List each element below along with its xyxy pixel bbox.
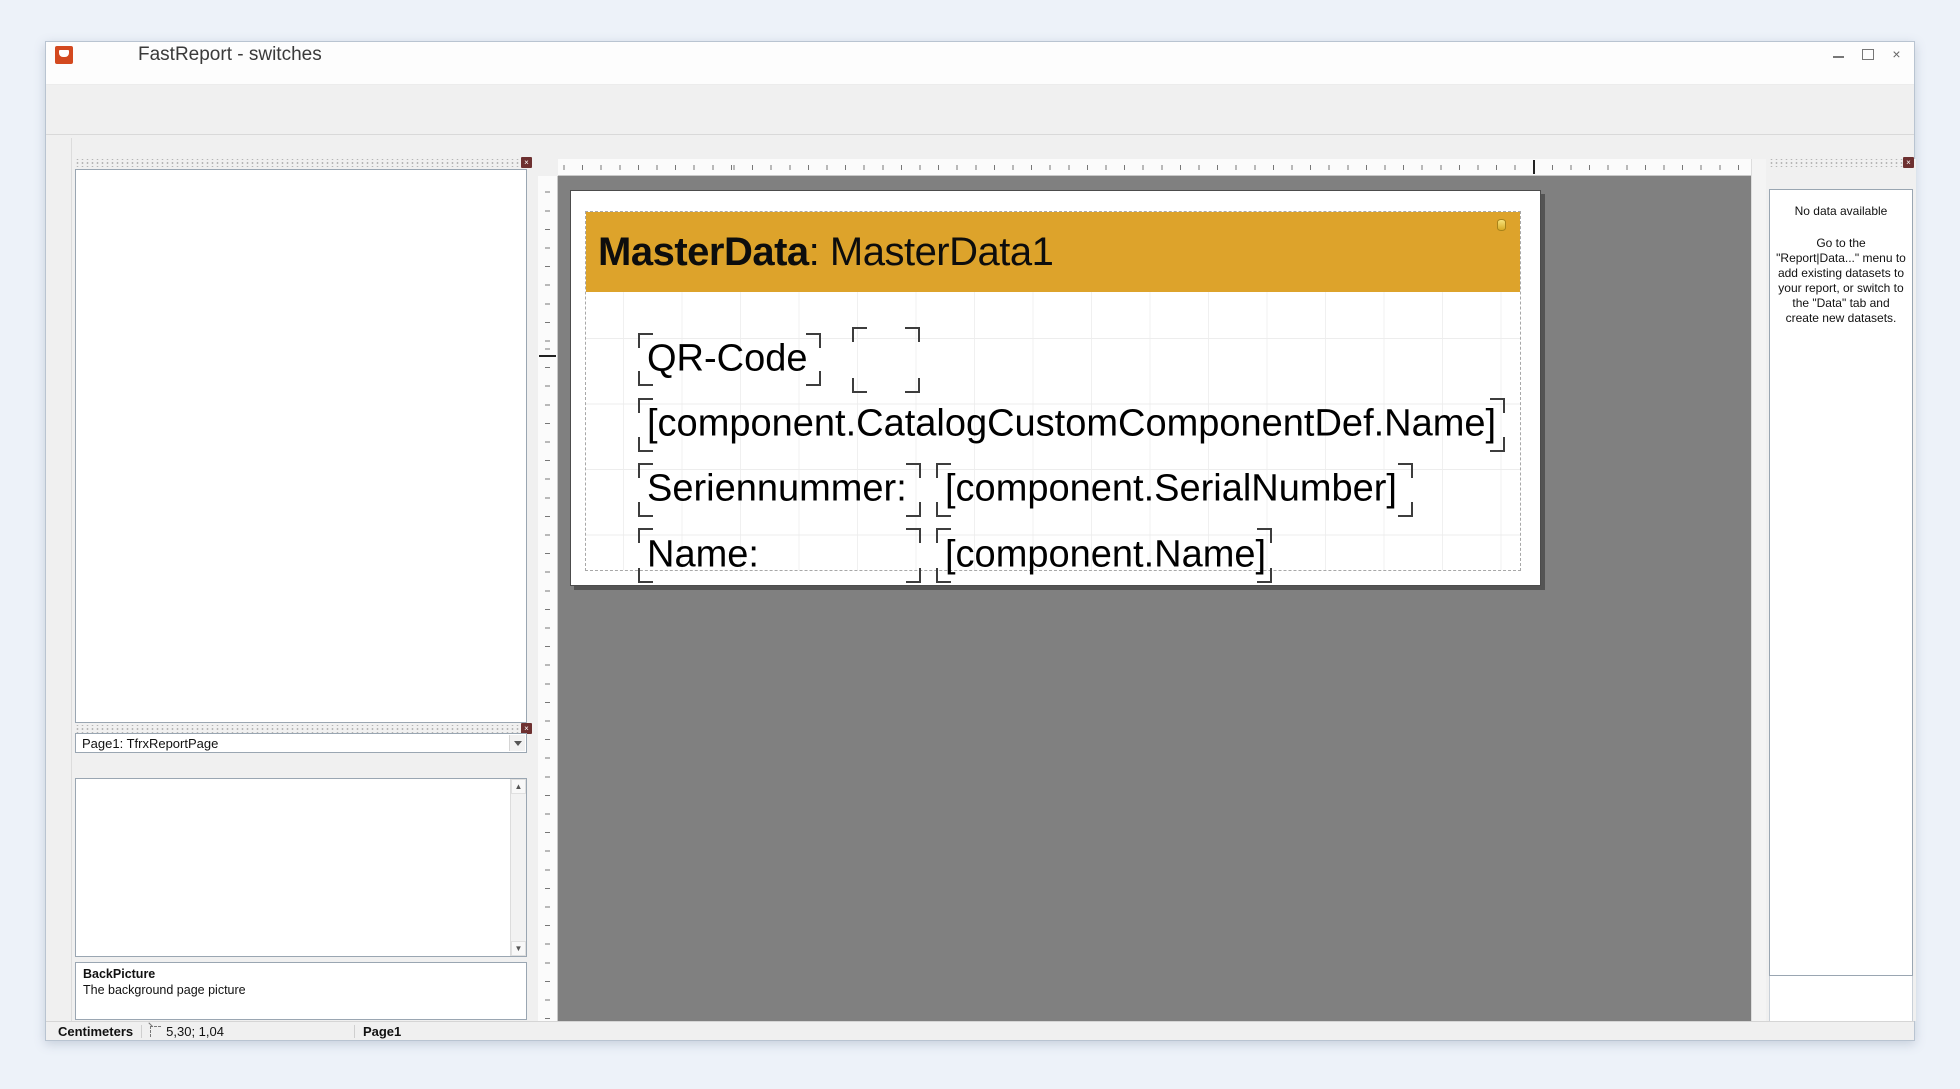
ruler-position-marker [539,355,556,357]
object-toolbar [46,138,72,1021]
property-grid: ▲ ▼ [75,778,527,957]
menu-bar [46,68,1914,85]
memo-serial-label[interactable]: Seriennummer: [638,463,921,517]
report-tree [75,169,527,723]
data-panel-content: No data available Go to the "Report|Data… [1769,189,1913,976]
status-bar: Centimeters 5,30; 1,04 Page1 [46,1021,1914,1040]
close-panel-icon[interactable]: × [521,157,532,168]
units-indicator: Centimeters [58,1024,133,1039]
object-selector-value: Page1: TfrxReportPage [82,736,218,751]
toolbar-area [46,85,1914,135]
band-content[interactable]: QR-Code [component.CatalogCustomComponen… [586,292,1520,570]
fastreport-app-icon [55,46,73,64]
canvas-scroll-strip[interactable] [1751,159,1766,1021]
qr-code-image [859,333,914,388]
data-panel-grip[interactable]: × [1769,159,1914,167]
scroll-up-icon[interactable]: ▲ [511,779,526,794]
fastreport-window: FastReport - switches × × × Page1: TfrxR… [45,41,1915,1041]
cursor-coordinates: 5,30; 1,04 [166,1024,224,1039]
minimize-button[interactable] [1831,47,1846,61]
horizontal-ruler [558,159,1751,176]
tree-panel-grip[interactable]: × [75,159,532,167]
property-description: BackPicture The background page picture [75,962,527,1020]
memo-name-value[interactable]: [component.Name] [936,528,1272,583]
masterdata-band-header[interactable]: MasterData: MasterData1 [586,212,1520,292]
dataset-icon [1497,219,1506,231]
window-title: FastReport - switches [138,44,322,66]
report-page[interactable]: MasterData: MasterData1 QR-Code [compone [570,190,1541,586]
design-canvas[interactable]: MasterData: MasterData1 QR-Code [compone [558,176,1751,1021]
vertical-ruler [538,176,558,1021]
inspector-grip[interactable]: × [75,725,532,733]
report-tree-panel: × × Page1: TfrxReportPage ▲ ▼ BackPictur… [73,159,534,1021]
masterdata-band[interactable]: MasterData: MasterData1 QR-Code [compone [585,211,1521,571]
property-grid-scrollbar[interactable]: ▲ ▼ [510,779,526,956]
no-data-title: No data available [1776,204,1906,218]
memo-qr-label[interactable]: QR-Code [638,333,821,386]
property-description-text: The background page picture [83,983,246,997]
memo-serial-value[interactable]: [component.SerialNumber] [936,463,1413,517]
memo-catalog-name[interactable]: [component.CatalogCustomComponentDef.Nam… [638,398,1505,452]
property-description-title: BackPicture [83,967,519,981]
data-panel-options [1769,976,1913,1022]
data-tree-panel: × No data available Go to the "Report|Da… [1767,159,1916,1021]
no-data-text: Go to the "Report|Data..." menu to add e… [1776,236,1906,326]
close-button[interactable]: × [1889,47,1904,61]
band-title: MasterData: MasterData1 [598,230,1053,275]
current-page-indicator: Page1 [363,1024,401,1039]
title-bar: FastReport - switches × [46,42,1914,68]
object-selector-combo[interactable]: Page1: TfrxReportPage [75,733,527,753]
qr-code-object[interactable] [852,327,920,393]
scroll-down-icon[interactable]: ▼ [511,941,526,956]
chevron-down-icon[interactable] [509,735,525,751]
maximize-button[interactable] [1860,47,1875,61]
memo-name-label[interactable]: Name: [638,528,921,583]
ruler-corner [538,159,558,176]
coordinates-icon [150,1026,161,1037]
close-panel-icon[interactable]: × [1903,157,1914,168]
ruler-position-marker [1533,160,1535,174]
